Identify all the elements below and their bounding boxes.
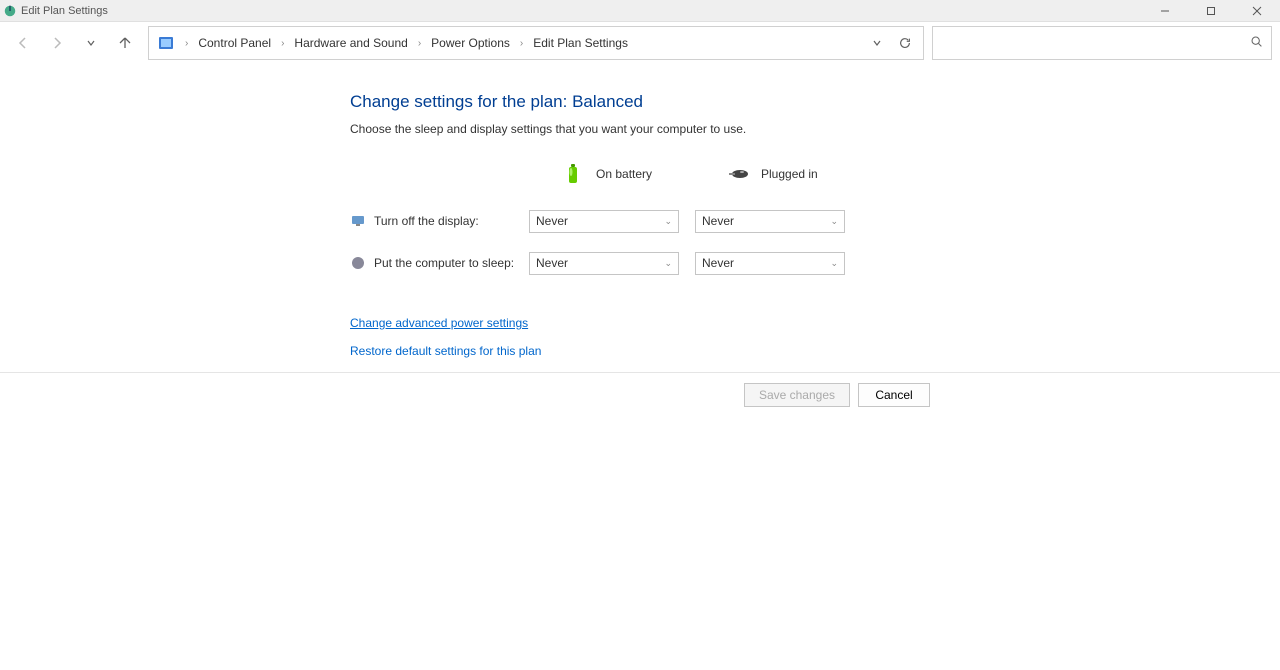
refresh-button[interactable]: [891, 29, 919, 57]
content-area: Change settings for the plan: Balanced C…: [0, 64, 1280, 358]
on-battery-label: On battery: [596, 167, 652, 181]
on-battery-column: On battery: [560, 161, 725, 187]
dropdown-value: Never: [702, 214, 734, 228]
up-button[interactable]: [110, 28, 140, 58]
breadcrumb-edit-plan[interactable]: Edit Plan Settings: [529, 34, 632, 52]
footer: Save changes Cancel: [0, 373, 1280, 407]
display-icon: [350, 213, 366, 229]
breadcrumb-hardware-sound[interactable]: Hardware and Sound: [290, 34, 411, 52]
chevron-right-icon: ›: [412, 38, 427, 49]
chevron-right-icon: ›: [514, 38, 529, 49]
page-title: Change settings for the plan: Balanced: [350, 92, 1280, 112]
search-input[interactable]: [941, 36, 1250, 50]
control-panel-icon: [157, 34, 175, 52]
restore-defaults-link[interactable]: Restore default settings for this plan: [350, 344, 1280, 358]
dropdown-value: Never: [536, 214, 568, 228]
search-icon: [1250, 35, 1263, 51]
forward-button[interactable]: [42, 28, 72, 58]
page-subtitle: Choose the sleep and display settings th…: [350, 122, 1280, 136]
chevron-right-icon: ›: [275, 38, 290, 49]
app-icon: [3, 4, 17, 18]
sleep-label: Put the computer to sleep:: [374, 256, 529, 270]
address-history-button[interactable]: [863, 29, 891, 57]
save-button[interactable]: Save changes: [744, 383, 850, 407]
dropdown-value: Never: [702, 256, 734, 270]
back-button[interactable]: [8, 28, 38, 58]
minimize-button[interactable]: [1142, 0, 1188, 22]
chevron-down-icon: ⌄: [830, 216, 838, 227]
titlebar: Edit Plan Settings: [0, 0, 1280, 22]
chevron-right-icon: ›: [179, 38, 194, 49]
cancel-button[interactable]: Cancel: [858, 383, 930, 407]
plugged-in-label: Plugged in: [761, 167, 818, 181]
columns-header: On battery Plugged in: [350, 154, 1280, 194]
dropdown-value: Never: [536, 256, 568, 270]
sleep-plugged-dropdown[interactable]: Never ⌄: [695, 252, 845, 275]
recent-dropdown-button[interactable]: [76, 28, 106, 58]
chevron-down-icon: ⌄: [830, 258, 838, 269]
maximize-button[interactable]: [1188, 0, 1234, 22]
search-box[interactable]: [932, 26, 1272, 60]
display-off-battery-dropdown[interactable]: Never ⌄: [529, 210, 679, 233]
battery-icon: [560, 161, 586, 187]
navbar: › Control Panel › Hardware and Sound › P…: [0, 22, 1280, 64]
breadcrumb-control-panel[interactable]: Control Panel: [194, 34, 275, 52]
display-off-plugged-dropdown[interactable]: Never ⌄: [695, 210, 845, 233]
chevron-down-icon: ⌄: [664, 258, 672, 269]
display-off-row: Turn off the display: Never ⌄ Never ⌄: [350, 200, 1280, 242]
advanced-settings-link[interactable]: Change advanced power settings: [350, 316, 1280, 330]
sleep-battery-dropdown[interactable]: Never ⌄: [529, 252, 679, 275]
sleep-row: Put the computer to sleep: Never ⌄ Never…: [350, 242, 1280, 284]
window-title: Edit Plan Settings: [21, 5, 108, 17]
display-off-label: Turn off the display:: [374, 214, 529, 228]
plugged-in-column: Plugged in: [725, 161, 890, 187]
sleep-icon: [350, 255, 366, 271]
plug-icon: [725, 161, 751, 187]
chevron-down-icon: ⌄: [664, 216, 672, 227]
close-button[interactable]: [1234, 0, 1280, 22]
breadcrumb-power-options[interactable]: Power Options: [427, 34, 514, 52]
address-bar[interactable]: › Control Panel › Hardware and Sound › P…: [148, 26, 924, 60]
